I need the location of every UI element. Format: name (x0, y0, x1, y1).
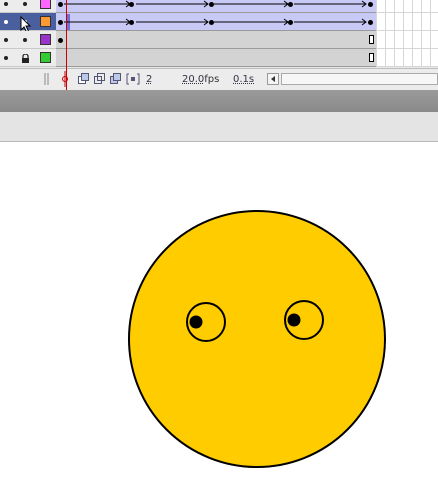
smiley-face-graphic[interactable] (0, 142, 438, 477)
edit-multiple-frames-icon[interactable] (110, 73, 122, 85)
motion-tween-arrow (64, 0, 367, 8)
layer-controls (0, 31, 56, 49)
lock-dot-icon[interactable] (23, 2, 27, 6)
right-pupil (287, 313, 301, 327)
lock-dot-icon[interactable] (23, 38, 27, 42)
playhead[interactable] (66, 0, 67, 90)
motion-tween-arrow (64, 14, 367, 30)
layer-controls (0, 49, 56, 67)
keyframe-icon (288, 20, 293, 25)
layer-frames[interactable] (56, 31, 376, 49)
elapsed-time: 0.1s (233, 74, 255, 85)
timeline-panel: 2 20.0fps 0.1s (0, 0, 438, 90)
visibility-dot-icon[interactable] (4, 20, 8, 24)
keyframe-icon (368, 2, 373, 7)
lock-icon[interactable] (21, 54, 30, 63)
frame-rate-value: 20.0 (182, 74, 205, 85)
keyframe-icon (129, 2, 134, 7)
empty-frames-grid[interactable] (376, 13, 438, 31)
keyframe-icon (368, 20, 373, 25)
visibility-dot-icon[interactable] (4, 38, 8, 42)
resize-grip-icon[interactable] (44, 73, 50, 85)
onion-skin-icon[interactable] (78, 73, 90, 85)
arrow-left-icon (271, 76, 275, 82)
frame-rate-unit: fps (204, 74, 220, 85)
face-circle[interactable] (128, 210, 386, 468)
keyframe-icon (58, 38, 63, 43)
frame-rate[interactable]: 20.0fps (182, 74, 219, 85)
layer-frames[interactable] (56, 49, 376, 67)
onion-skin-outlines-icon[interactable] (94, 73, 106, 85)
end-frame-icon (369, 53, 374, 62)
keyframe-icon (129, 20, 134, 25)
timeline-horizontal-scrollbar[interactable] (281, 73, 438, 85)
panel-divider (0, 90, 438, 112)
layer-frames[interactable] (56, 13, 376, 31)
layer-outline-color-swatch[interactable] (40, 34, 51, 45)
empty-frames-grid[interactable] (376, 0, 438, 13)
left-pupil (189, 315, 203, 329)
modify-onion-markers-icon[interactable] (126, 73, 140, 85)
layer-outline-color-swatch[interactable] (40, 52, 51, 63)
center-frame-icon[interactable] (60, 71, 70, 87)
layer-controls (0, 0, 56, 13)
edit-bar (0, 112, 438, 142)
layer-frames[interactable] (56, 0, 376, 13)
visibility-dot-icon[interactable] (4, 56, 8, 60)
keyframe-icon (288, 2, 293, 7)
keyframe-icon (209, 2, 214, 7)
current-frame-number: 2 (146, 74, 153, 85)
layer-outline-color-swatch[interactable] (40, 16, 51, 27)
visibility-dot-icon[interactable] (4, 2, 8, 6)
keyframe-icon (209, 20, 214, 25)
layer-outline-color-swatch[interactable] (40, 0, 51, 9)
empty-frames-grid[interactable] (376, 49, 438, 67)
end-frame-icon (369, 35, 374, 44)
layer-controls (0, 13, 56, 34)
empty-frames-grid[interactable] (376, 31, 438, 49)
timeline-scroll-left-button[interactable] (267, 73, 279, 85)
stage[interactable] (0, 142, 438, 477)
